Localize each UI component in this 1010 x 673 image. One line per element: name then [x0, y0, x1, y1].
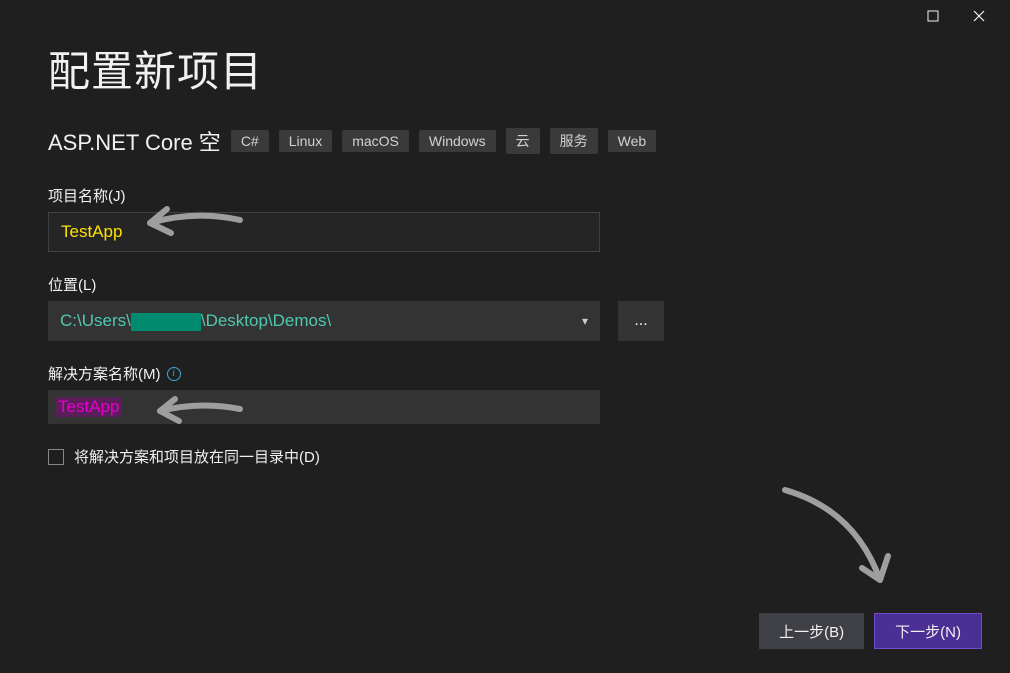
template-row: ASP.NET Core 空 C# Linux macOS Windows 云 … [48, 125, 962, 157]
solution-name-label: 解决方案名称(M) i [48, 363, 962, 384]
redacted-username [131, 313, 201, 331]
window-titlebar [0, 0, 1010, 32]
page-title: 配置新项目 [48, 38, 962, 99]
back-button[interactable]: 上一步(B) [759, 613, 864, 649]
solution-name-value: TestApp [56, 397, 121, 417]
maximize-button[interactable] [910, 1, 956, 31]
browse-button[interactable]: ... [618, 301, 664, 341]
tag: Linux [279, 130, 332, 152]
project-name-input[interactable] [48, 212, 600, 252]
footer: 上一步(B) 下一步(N) [759, 613, 982, 649]
tag: C# [231, 130, 269, 152]
annotation-arrow-icon [770, 480, 910, 610]
location-dropdown[interactable]: C:\Users\\Desktop\Demos\ ▾ [48, 301, 600, 341]
same-directory-checkbox[interactable] [48, 449, 64, 465]
project-name-label: 项目名称(J) [48, 185, 962, 206]
solution-name-input[interactable]: TestApp [48, 390, 600, 424]
location-text: C:\Users\\Desktop\Demos\ [60, 311, 331, 331]
same-directory-label: 将解决方案和项目放在同一目录中(D) [74, 446, 320, 467]
tag: Windows [419, 130, 496, 152]
tag: 云 [506, 128, 540, 154]
close-button[interactable] [956, 1, 1002, 31]
tag: Web [608, 130, 657, 152]
template-name: ASP.NET Core 空 [48, 125, 221, 157]
info-icon[interactable]: i [167, 367, 181, 381]
location-label: 位置(L) [48, 274, 962, 295]
tag: 服务 [550, 128, 598, 154]
next-button[interactable]: 下一步(N) [874, 613, 982, 649]
tag: macOS [342, 130, 409, 152]
chevron-down-icon: ▾ [582, 314, 588, 328]
